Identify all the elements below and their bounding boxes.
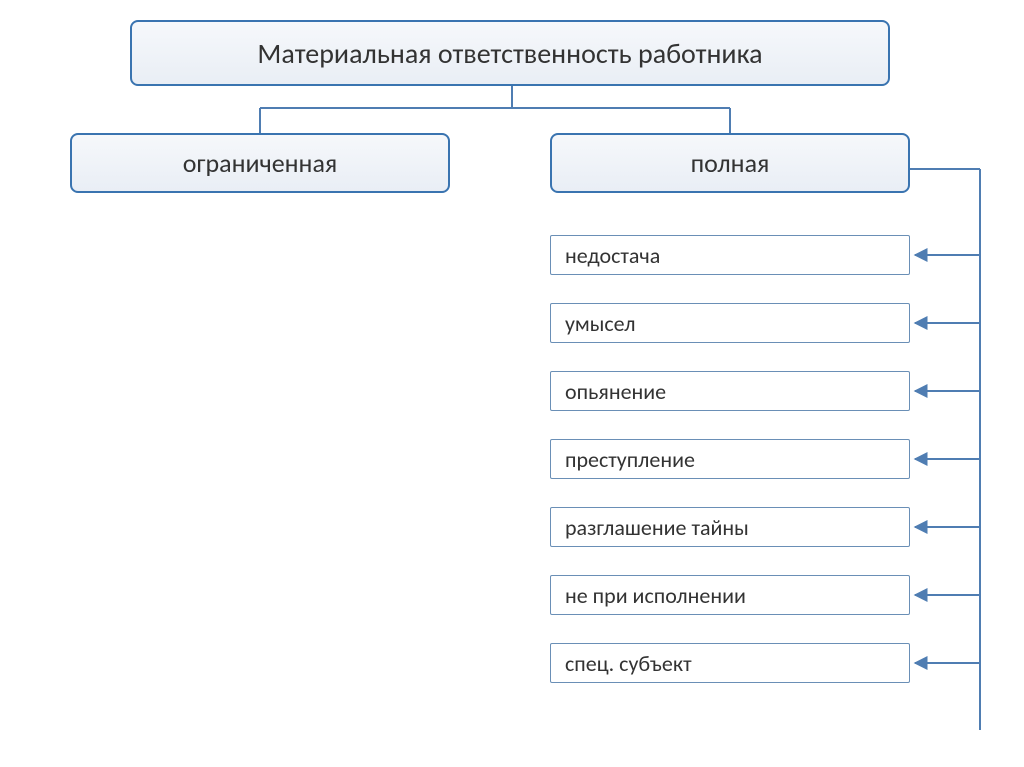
item-label: умысел [565,310,635,337]
list-item: спец. субъект [550,643,910,683]
list-item: преступление [550,439,910,479]
item-label: недостача [565,242,660,269]
item-label: опьянение [565,378,666,405]
list-item: недостача [550,235,910,275]
diagram: Материальная ответственность работника о… [0,0,1024,767]
list-item: не при исполнении [550,575,910,615]
child-full-label: полная [691,147,770,179]
list-item: разглашение тайны [550,507,910,547]
list-item: умысел [550,303,910,343]
child-limited: ограниченная [70,133,450,193]
root-label: Материальная ответственность работника [257,36,762,71]
item-label: не при исполнении [565,582,746,609]
child-full: полная [550,133,910,193]
list-item: опьянение [550,371,910,411]
root-node: Материальная ответственность работника [130,20,890,86]
item-label: спец. субъект [565,650,692,677]
item-label: разглашение тайны [565,514,749,541]
item-label: преступление [565,446,695,473]
child-limited-label: ограниченная [183,147,337,179]
